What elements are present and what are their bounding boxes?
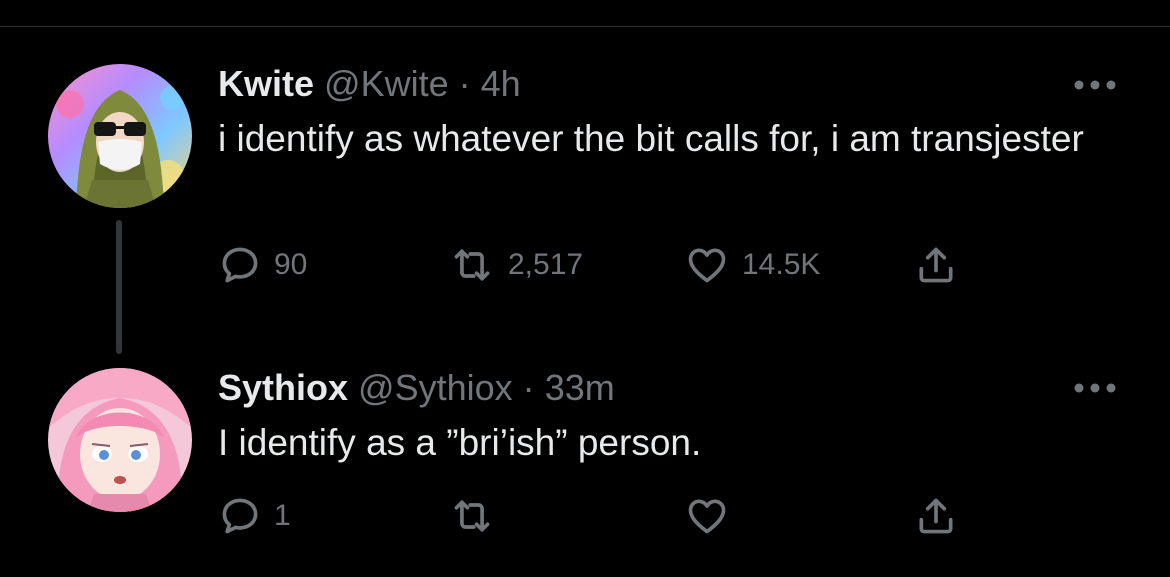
tweet-text: i identify as whatever the bit calls for… xyxy=(218,118,1084,159)
avatar-kwite-image xyxy=(48,64,192,208)
handle[interactable]: @Kwite xyxy=(324,63,449,104)
display-name[interactable]: Sythiox xyxy=(218,367,348,408)
share-button[interactable] xyxy=(914,494,958,538)
reply-count: 1 xyxy=(274,499,291,532)
timestamp[interactable]: 33m xyxy=(545,367,615,408)
retweet-count: 2,517 xyxy=(508,248,584,281)
reply-icon xyxy=(222,247,258,283)
like-button[interactable]: 14.5K xyxy=(684,243,820,287)
share-icon xyxy=(919,498,953,534)
retweet-icon xyxy=(454,249,490,281)
heart-icon xyxy=(688,248,726,283)
like-count: 14.5K xyxy=(742,248,821,281)
reply-icon xyxy=(222,498,258,534)
tweet-actions: 1 xyxy=(0,494,1170,538)
separator: · xyxy=(458,63,471,104)
tweet-header: Sythiox @Sythiox · 33m xyxy=(218,368,615,408)
timestamp[interactable]: 4h xyxy=(481,63,521,104)
like-button[interactable] xyxy=(684,494,742,538)
reply-button[interactable]: 90 xyxy=(218,243,307,287)
heart-icon xyxy=(688,499,726,534)
retweet-button[interactable] xyxy=(448,494,508,538)
handle[interactable]: @Sythiox xyxy=(358,367,513,408)
tweet-kwite[interactable]: Kwite @Kwite · 4h i identify as whatever… xyxy=(0,0,1170,300)
retweet-icon xyxy=(454,500,490,532)
avatar[interactable] xyxy=(48,64,192,208)
more-options-icon[interactable] xyxy=(1072,78,1118,92)
reply-button[interactable]: 1 xyxy=(218,494,291,538)
share-button[interactable] xyxy=(914,243,958,287)
separator: · xyxy=(522,367,535,408)
more-options-icon[interactable] xyxy=(1072,381,1118,395)
tweet-actions: 90 2,517 14.5K xyxy=(0,243,1170,287)
tweet-text: I identify as a ”bri’ish” person. xyxy=(218,422,702,463)
tweet-header: Kwite @Kwite · 4h xyxy=(218,64,521,104)
display-name[interactable]: Kwite xyxy=(218,63,314,104)
tweet-sythiox[interactable]: Sythiox @Sythiox · 33m I identify as a ”… xyxy=(0,300,1170,577)
share-icon xyxy=(919,247,953,283)
avatar[interactable] xyxy=(48,368,192,512)
reply-count: 90 xyxy=(274,248,308,281)
avatar-sythiox-image xyxy=(48,368,192,512)
retweet-button[interactable]: 2,517 xyxy=(448,243,583,287)
